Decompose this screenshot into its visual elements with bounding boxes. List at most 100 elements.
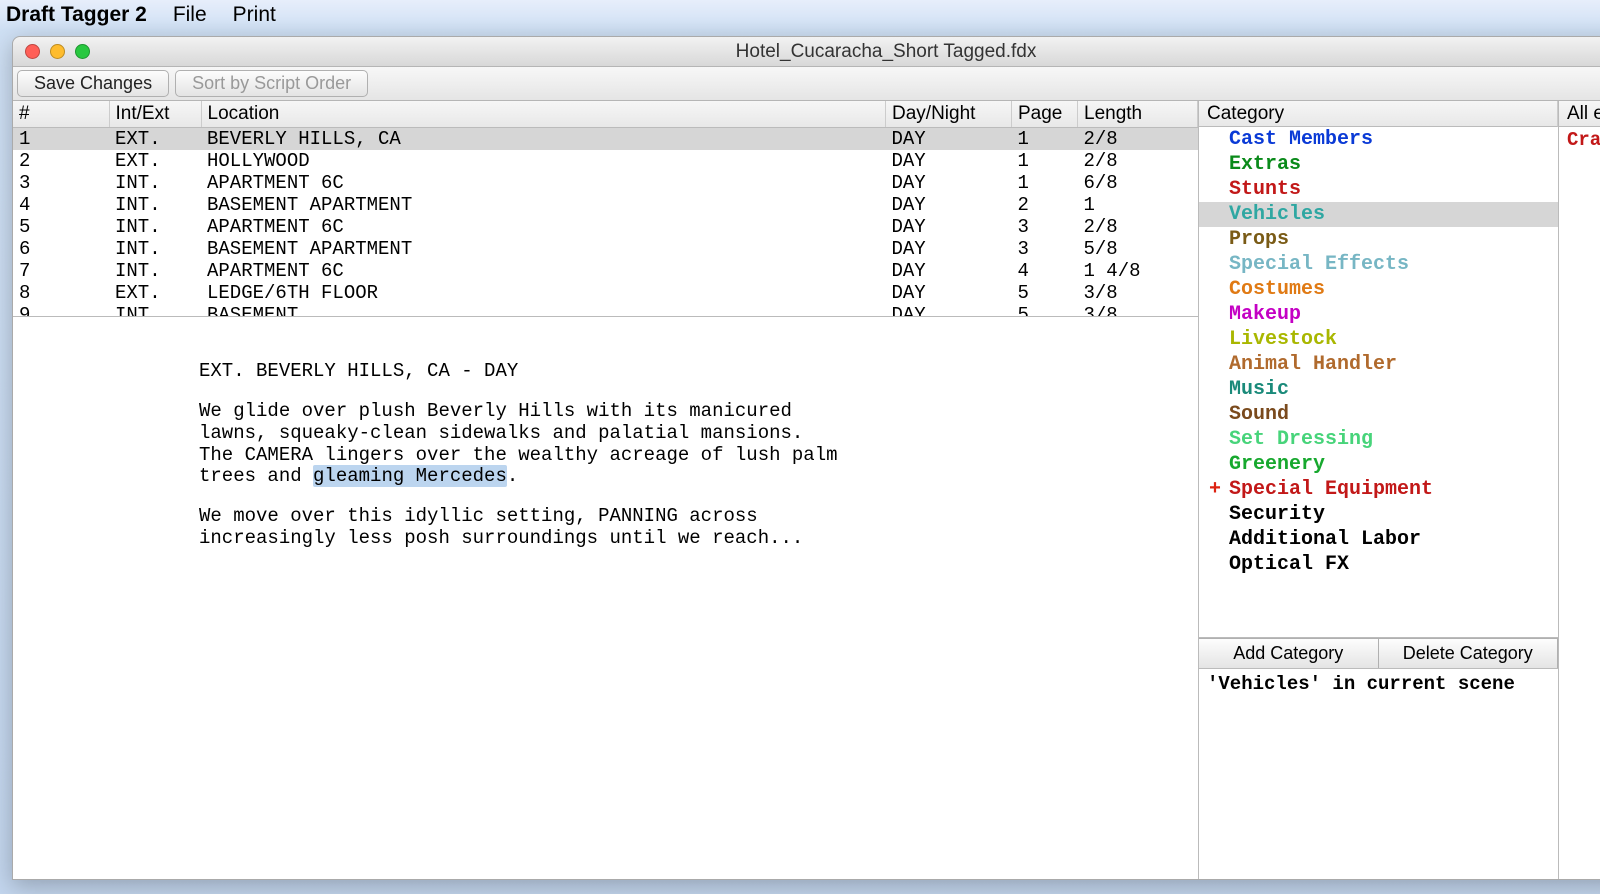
elements-column-header[interactable]: All elements xyxy=(1559,101,1600,127)
col-header-intext[interactable]: Int/Ext xyxy=(109,101,201,128)
col-header-location[interactable]: Location xyxy=(201,101,886,128)
category-item[interactable]: Livestock xyxy=(1199,327,1558,352)
category-item[interactable]: Animal Handler xyxy=(1199,352,1558,377)
sort-by-script-order-button[interactable]: Sort by Script Order xyxy=(175,70,368,97)
category-item[interactable]: Costumes xyxy=(1199,277,1558,302)
table-cell: 6/8 xyxy=(1078,172,1198,194)
table-cell: DAY xyxy=(886,216,1012,238)
category-label: Props xyxy=(1229,228,1289,251)
minimize-icon[interactable] xyxy=(50,44,65,59)
category-label: Music xyxy=(1229,378,1289,401)
close-icon[interactable] xyxy=(25,44,40,59)
table-cell: APARTMENT 6C xyxy=(201,216,886,238)
table-cell: 5 xyxy=(1012,282,1078,304)
table-row[interactable]: 7INT.APARTMENT 6CDAY41 4/8 xyxy=(13,260,1198,282)
table-cell: DAY xyxy=(886,304,1012,317)
category-item[interactable]: Special Effects xyxy=(1199,252,1558,277)
category-column: Category Cast MembersExtrasStuntsVehicle… xyxy=(1199,101,1559,879)
table-cell: 5/8 xyxy=(1078,238,1198,260)
category-list[interactable]: Cast MembersExtrasStuntsVehiclesPropsSpe… xyxy=(1199,127,1558,637)
category-label: Vehicles xyxy=(1229,203,1325,226)
col-header-number[interactable]: # xyxy=(13,101,109,128)
category-item[interactable]: Vehicles xyxy=(1199,202,1558,227)
tagged-element-vehicles[interactable]: gleaming Mercedes xyxy=(313,465,507,487)
table-row[interactable]: 9INT.BASEMENTDAY53/8 xyxy=(13,304,1198,317)
scene-table[interactable]: # Int/Ext Location Day/Night Page Length… xyxy=(13,101,1198,317)
table-cell: INT. xyxy=(109,216,201,238)
menu-file[interactable]: File xyxy=(173,3,207,27)
table-row[interactable]: 4INT.BASEMENT APARTMENTDAY21 xyxy=(13,194,1198,216)
table-row[interactable]: 6INT.BASEMENT APARTMENTDAY35/8 xyxy=(13,238,1198,260)
category-item[interactable]: Stunts xyxy=(1199,177,1558,202)
col-header-daynight[interactable]: Day/Night xyxy=(886,101,1012,128)
element-item[interactable]: Crane Camera xyxy=(1559,127,1600,153)
script-paragraph: We glide over plush Beverly Hills with i… xyxy=(199,401,839,488)
category-item[interactable]: Cast Members xyxy=(1199,127,1558,152)
category-label: Livestock xyxy=(1229,328,1337,351)
table-cell: 4 xyxy=(1012,260,1078,282)
category-item[interactable]: Makeup xyxy=(1199,302,1558,327)
save-changes-button[interactable]: Save Changes xyxy=(17,70,169,97)
category-label: Special Effects xyxy=(1229,253,1409,276)
window-titlebar[interactable]: Hotel_Cucaracha_Short Tagged.fdx xyxy=(13,37,1600,67)
table-row[interactable]: 2EXT.HOLLYWOODDAY12/8 xyxy=(13,150,1198,172)
category-item[interactable]: Greenery xyxy=(1199,452,1558,477)
scene-slugline: EXT. BEVERLY HILLS, CA - DAY xyxy=(199,361,839,383)
category-buttons: Add Category Delete Category xyxy=(1199,637,1558,668)
category-item[interactable]: Set Dressing xyxy=(1199,427,1558,452)
document-window: Hotel_Cucaracha_Short Tagged.fdx Save Ch… xyxy=(12,36,1600,880)
category-label: Stunts xyxy=(1229,178,1301,201)
scene-elements-list[interactable] xyxy=(1199,699,1558,879)
window-toolbar: Save Changes Sort by Script Order xyxy=(13,67,1600,101)
table-cell: APARTMENT 6C xyxy=(201,260,886,282)
table-row[interactable]: 8EXT.LEDGE/6TH FLOORDAY53/8 xyxy=(13,282,1198,304)
window-traffic-lights xyxy=(13,44,90,59)
table-cell: 2 xyxy=(13,150,109,172)
category-label: Sound xyxy=(1229,403,1289,426)
table-row[interactable]: 1EXT.BEVERLY HILLS, CADAY12/8 xyxy=(13,128,1198,151)
category-label: Security xyxy=(1229,503,1325,526)
delete-category-button[interactable]: Delete Category xyxy=(1379,638,1559,668)
add-category-button[interactable]: Add Category xyxy=(1199,638,1379,668)
category-item[interactable]: Music xyxy=(1199,377,1558,402)
category-column-header[interactable]: Category xyxy=(1199,101,1558,127)
col-header-length[interactable]: Length xyxy=(1078,101,1198,128)
table-cell: 8 xyxy=(13,282,109,304)
table-cell: 2 xyxy=(1012,194,1078,216)
category-item[interactable]: +Special Equipment xyxy=(1199,477,1558,502)
plus-icon: + xyxy=(1209,478,1221,501)
table-cell: DAY xyxy=(886,238,1012,260)
category-label: Makeup xyxy=(1229,303,1301,326)
script-paragraph: We move over this idyllic setting, PANNI… xyxy=(199,506,839,550)
table-cell: HOLLYWOOD xyxy=(201,150,886,172)
zoom-icon[interactable] xyxy=(75,44,90,59)
table-cell: INT. xyxy=(109,238,201,260)
category-item[interactable]: Props xyxy=(1199,227,1558,252)
script-view[interactable]: EXT. BEVERLY HILLS, CA - DAY We glide ov… xyxy=(13,317,1198,879)
col-header-page[interactable]: Page xyxy=(1012,101,1078,128)
scene-elements-header: 'Vehicles' in current scene xyxy=(1199,668,1558,699)
system-menubar: Draft Tagger 2 File Print xyxy=(0,0,1600,30)
table-cell: DAY xyxy=(886,172,1012,194)
category-item[interactable]: Additional Labor xyxy=(1199,527,1558,552)
menu-print[interactable]: Print xyxy=(233,3,276,27)
app-name: Draft Tagger 2 xyxy=(6,3,147,27)
elements-column: All elements Crane Camera xyxy=(1559,101,1600,879)
category-label: Set Dressing xyxy=(1229,428,1373,451)
table-cell: 5 xyxy=(1012,304,1078,317)
table-cell: 1 xyxy=(1012,128,1078,151)
table-cell: 3/8 xyxy=(1078,282,1198,304)
category-item[interactable]: Extras xyxy=(1199,152,1558,177)
table-cell: 3 xyxy=(1012,238,1078,260)
elements-list[interactable]: Crane Camera xyxy=(1559,127,1600,153)
category-item[interactable]: Optical FX xyxy=(1199,552,1558,577)
table-cell: DAY xyxy=(886,194,1012,216)
table-cell: LEDGE/6TH FLOOR xyxy=(201,282,886,304)
category-item[interactable]: Security xyxy=(1199,502,1558,527)
table-cell: DAY xyxy=(886,150,1012,172)
category-item[interactable]: Sound xyxy=(1199,402,1558,427)
left-column: # Int/Ext Location Day/Night Page Length… xyxy=(13,101,1199,879)
table-row[interactable]: 5INT.APARTMENT 6CDAY32/8 xyxy=(13,216,1198,238)
table-row[interactable]: 3INT.APARTMENT 6CDAY16/8 xyxy=(13,172,1198,194)
table-cell: INT. xyxy=(109,194,201,216)
